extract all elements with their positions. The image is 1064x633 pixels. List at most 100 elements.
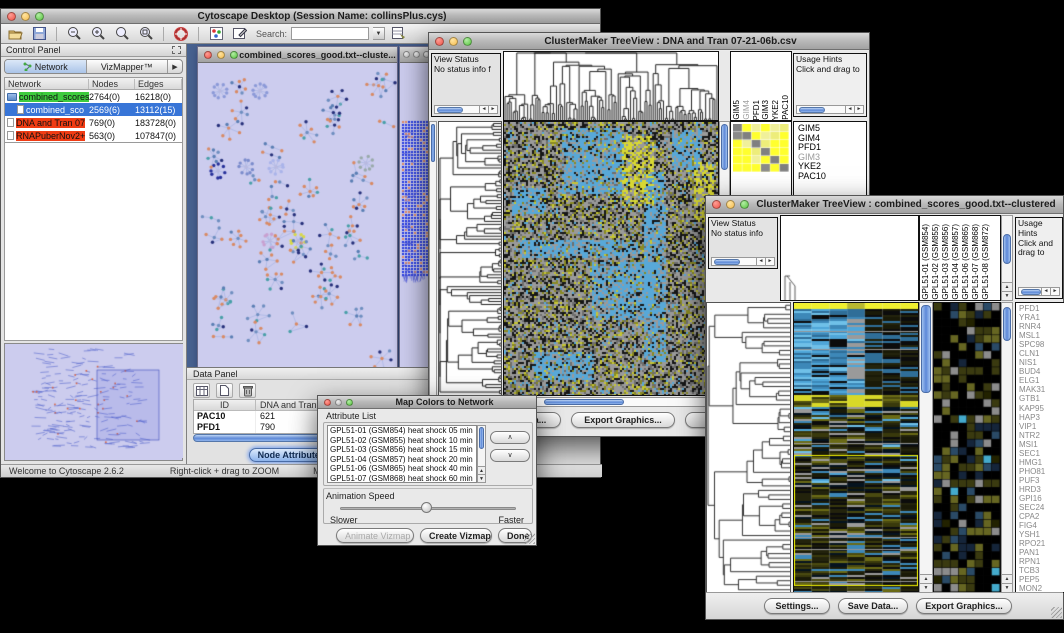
save-session-button[interactable] xyxy=(29,25,49,42)
attribute-list-item[interactable]: GPL51-01 (GSM854) heat shock 05 min xyxy=(328,426,476,436)
zoom-in-icon[interactable] xyxy=(88,25,108,42)
gene-list-item[interactable]: HAP3 xyxy=(1019,413,1064,422)
gene-list-item[interactable]: PFD1 xyxy=(1019,304,1064,313)
gene-list-item[interactable]: TCB3 xyxy=(1019,566,1064,575)
minimize-button[interactable] xyxy=(449,37,458,46)
vizmapper-icon[interactable] xyxy=(206,25,226,42)
tv2-status-scrollbar[interactable]: ◄► xyxy=(711,257,775,266)
tv2-zoom-heatmap[interactable] xyxy=(933,302,1001,593)
new-attribute-icon[interactable] xyxy=(216,383,233,398)
network-view-titlebar[interactable]: combined_scores_good.txt--cluste... xyxy=(198,47,397,63)
zoom-button[interactable] xyxy=(740,200,749,209)
attribute-list-scrollbar[interactable]: ▲▼ xyxy=(477,425,486,483)
gene-list-item[interactable]: BUD4 xyxy=(1019,367,1064,376)
attribute-list-item[interactable]: GPL51-07 (GSM868) heat shock 60 min xyxy=(328,474,476,483)
minimize-button[interactable] xyxy=(413,51,420,58)
zoom-button[interactable] xyxy=(346,399,353,406)
gene-list-item[interactable]: GPI16 xyxy=(1019,494,1064,503)
delete-attribute-icon[interactable] xyxy=(239,383,256,398)
attribute-select-icon[interactable] xyxy=(193,383,210,398)
search-dropdown-icon[interactable]: ▼ xyxy=(373,27,385,40)
gene-list-item[interactable]: PHO81 xyxy=(1019,467,1064,476)
tv2-row-dendrogram[interactable] xyxy=(706,302,791,593)
birdseye-view[interactable] xyxy=(4,343,183,461)
close-button[interactable] xyxy=(204,51,212,59)
network-table-header[interactable]: Network Nodes Edges xyxy=(5,78,182,90)
gene-list-item[interactable]: CLN1 xyxy=(1019,349,1064,358)
move-up-button[interactable]: ∧ xyxy=(490,431,530,444)
gene-list-item[interactable]: MAK31 xyxy=(1019,385,1064,394)
attribute-list-item[interactable]: GPL51-06 (GSM865) heat shock 40 min xyxy=(328,464,476,474)
zoom-fit-icon[interactable] xyxy=(112,25,132,42)
tab-network[interactable]: Network xyxy=(5,60,87,73)
gene-list-item[interactable]: KAP95 xyxy=(1019,404,1064,413)
tv1-left-scrollbar[interactable] xyxy=(429,121,437,396)
tv2-heatmap-vscrollbar[interactable]: ▲▼ xyxy=(919,302,933,593)
tv1-export-graphics-button[interactable]: Export Graphics... xyxy=(571,412,675,428)
resize-grip[interactable] xyxy=(524,533,535,544)
network-tree-row[interactable]: DNA and Tran 07 769(0) 183728(0) xyxy=(5,116,182,129)
float-panel-icon[interactable] xyxy=(172,46,181,54)
dialog-titlebar[interactable]: Map Colors to Network xyxy=(318,396,536,409)
gene-list-item[interactable]: PUF3 xyxy=(1019,476,1064,485)
gene-list-item[interactable]: RPN1 xyxy=(1019,557,1064,566)
network-tree-row[interactable]: RNAPuberNov2+ 563(0) 107847(0) xyxy=(5,129,182,142)
tv2-export-graphics-button[interactable]: Export Graphics... xyxy=(916,598,1012,614)
create-vizmap-button[interactable]: Create Vizmap xyxy=(420,528,492,543)
gene-list-item[interactable]: MSI1 xyxy=(1019,440,1064,449)
resize-grip[interactable] xyxy=(1051,607,1062,618)
zoom-selected-icon[interactable] xyxy=(136,25,156,42)
gene-list-item[interactable]: HRD3 xyxy=(1019,485,1064,494)
help-icon[interactable] xyxy=(171,25,191,42)
treeview2-titlebar[interactable]: ClusterMaker TreeView : combined_scores_… xyxy=(706,196,1063,214)
gene-list-item[interactable]: SEC1 xyxy=(1019,449,1064,458)
gene-list-item[interactable]: YRA1 xyxy=(1019,313,1064,322)
network-tree-row[interactable]: combined_sco 2569(6) 13112(15) xyxy=(5,103,182,116)
gene-list-item[interactable]: NTR2 xyxy=(1019,431,1064,440)
zoom-button[interactable] xyxy=(230,51,238,59)
gene-list-item[interactable]: CPA2 xyxy=(1019,512,1064,521)
tv1-column-dendrogram[interactable] xyxy=(503,51,719,121)
gene-list-item[interactable]: SPC98 xyxy=(1019,340,1064,349)
tv2-heatmap[interactable] xyxy=(793,302,919,593)
attribute-list-item[interactable]: GPL51-02 (GSM855) heat shock 10 min xyxy=(328,436,476,446)
close-button[interactable] xyxy=(7,12,16,21)
tv1-row-dendrogram[interactable] xyxy=(438,121,502,396)
tv2-hints-scrollbar[interactable]: ◄► xyxy=(1018,287,1060,296)
treeview1-titlebar[interactable]: ClusterMaker TreeView : DNA and Tran 07-… xyxy=(429,33,869,50)
gene-list-item[interactable]: MSL1 xyxy=(1019,331,1064,340)
network-view-window[interactable]: combined_scores_good.txt--cluste... xyxy=(197,46,398,372)
tab-vizmapper[interactable]: VizMapper™ xyxy=(87,60,169,73)
close-button[interactable] xyxy=(435,37,444,46)
gene-list-item[interactable]: FIG4 xyxy=(1019,521,1064,530)
move-down-button[interactable]: ∨ xyxy=(490,449,530,462)
tv2-column-dendrogram[interactable] xyxy=(780,215,919,301)
zoom-button[interactable] xyxy=(463,37,472,46)
attribute-list-item[interactable]: GPL51-04 (GSM857) heat shock 20 min xyxy=(328,455,476,465)
gene-list-item[interactable]: PEP5 xyxy=(1019,575,1064,584)
minimize-button[interactable] xyxy=(217,51,225,59)
gene-list-item[interactable]: HMG1 xyxy=(1019,458,1064,467)
gene-list-item[interactable]: YSH1 xyxy=(1019,530,1064,539)
search-input[interactable] xyxy=(291,27,369,40)
slider-handle[interactable] xyxy=(421,502,432,513)
network-tree-row[interactable]: combined_scores 2764(0) 16218(0) xyxy=(5,90,182,103)
attribute-list-item[interactable]: GPL51-03 (GSM856) heat shock 15 min xyxy=(328,445,476,455)
zoom-out-icon[interactable] xyxy=(64,25,84,42)
gene-list-item[interactable]: PAN1 xyxy=(1019,548,1064,557)
gene-list-item[interactable]: VIP1 xyxy=(1019,422,1064,431)
gene-list-item[interactable]: NIS1 xyxy=(1019,358,1064,367)
close-button[interactable] xyxy=(712,200,721,209)
gene-list-item[interactable]: ELG1 xyxy=(1019,376,1064,385)
tv1-status-scrollbar[interactable]: ◄► xyxy=(434,105,498,114)
main-titlebar[interactable]: Cytoscape Desktop (Session Name: collins… xyxy=(1,9,600,24)
open-session-button[interactable] xyxy=(5,25,25,42)
gene-list-item[interactable]: RNR4 xyxy=(1019,322,1064,331)
attribute-browser-icon[interactable] xyxy=(389,25,409,42)
tv1-heatmap[interactable] xyxy=(503,121,719,396)
gene-list-item[interactable]: RPO21 xyxy=(1019,539,1064,548)
gene-list-item[interactable]: SEC24 xyxy=(1019,503,1064,512)
tv1-hints-scrollbar[interactable]: ◄► xyxy=(796,105,864,114)
gene-list-item[interactable]: GTB1 xyxy=(1019,394,1064,403)
tv2-genelist-vscrollbar[interactable]: ▲▼ xyxy=(1001,302,1013,593)
